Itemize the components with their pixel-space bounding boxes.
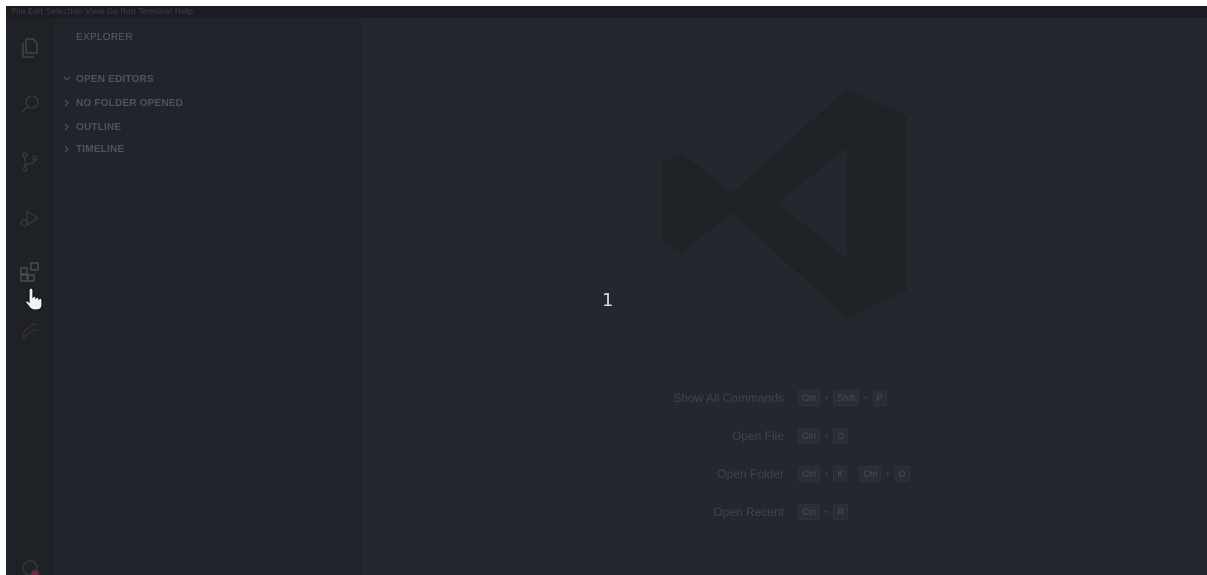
key: Ctrl bbox=[798, 466, 820, 482]
title-bar-text: File Edit Selection View Go Run Terminal… bbox=[12, 7, 194, 16]
section-open-editors[interactable]: OPEN EDITORS bbox=[60, 70, 154, 88]
section-label: OUTLINE bbox=[76, 121, 122, 133]
sidebar-title: EXPLORER bbox=[76, 32, 133, 43]
shortcut-keys: Ctrl + Shift + P bbox=[798, 390, 887, 406]
key: Ctrl bbox=[798, 428, 820, 444]
extensions-icon[interactable] bbox=[16, 258, 44, 286]
editor-area: 1 Show All Commands Ctrl + Shift + P Ope… bbox=[362, 18, 1207, 575]
key: O bbox=[894, 466, 910, 482]
key: Shift bbox=[833, 390, 860, 406]
shortcut-keys: Ctrl + O bbox=[798, 428, 849, 444]
chevron-right-icon bbox=[60, 142, 74, 156]
account-icon[interactable] bbox=[20, 558, 40, 575]
title-bar: File Edit Selection View Go Run Terminal… bbox=[6, 6, 1207, 18]
section-label: TIMELINE bbox=[76, 143, 125, 155]
chevron-down-icon bbox=[60, 72, 74, 86]
key: R bbox=[833, 504, 848, 520]
shortcut-keys: Ctrl + R bbox=[798, 504, 848, 520]
shortcut-row[interactable]: Show All Commands Ctrl + Shift + P bbox=[562, 388, 982, 408]
shortcut-row[interactable]: Open File Ctrl + O bbox=[562, 426, 982, 446]
activity-bar bbox=[6, 18, 54, 575]
section-no-folder-opened[interactable]: NO FOLDER OPENED bbox=[60, 94, 183, 112]
shortcut-label: Show All Commands bbox=[673, 391, 784, 405]
shortcut-label: Open File bbox=[731, 429, 784, 443]
chevron-right-icon bbox=[60, 120, 74, 134]
key: K bbox=[833, 466, 848, 482]
source-control-icon[interactable] bbox=[16, 148, 44, 176]
key: Ctrl bbox=[798, 390, 820, 406]
section-outline[interactable]: OUTLINE bbox=[60, 118, 121, 136]
key: Ctrl bbox=[798, 504, 820, 520]
key: P bbox=[872, 390, 887, 406]
shortcut-keys: Ctrl + K Ctrl + O bbox=[798, 466, 910, 482]
vscode-window: File Edit Selection View Go Run Terminal… bbox=[6, 6, 1207, 575]
step-marker: 1 bbox=[602, 290, 614, 311]
explorer-sidebar: EXPLORER OPEN EDITORS NO FOLDER OPENED O… bbox=[54, 18, 362, 575]
section-label: NO FOLDER OPENED bbox=[76, 97, 184, 109]
section-timeline[interactable]: TIMELINE bbox=[60, 140, 124, 158]
section-label: OPEN EDITORS bbox=[76, 73, 154, 85]
shortcut-label: Open Recent bbox=[713, 505, 784, 519]
chevron-right-icon bbox=[60, 96, 74, 110]
remote-explorer-icon[interactable] bbox=[16, 316, 44, 344]
hand-pointer-icon bbox=[24, 286, 44, 311]
key: Ctrl bbox=[859, 466, 882, 482]
shortcut-label: Open Folder bbox=[717, 467, 784, 481]
run-debug-icon[interactable] bbox=[16, 204, 44, 232]
files-icon[interactable] bbox=[16, 34, 44, 62]
shortcut-row[interactable]: Open Folder Ctrl + K Ctrl + O bbox=[562, 464, 982, 484]
search-icon[interactable] bbox=[16, 90, 44, 118]
shortcut-row[interactable]: Open Recent Ctrl + R bbox=[562, 502, 982, 522]
key: O bbox=[833, 428, 849, 444]
vscode-watermark-logo bbox=[662, 88, 907, 318]
